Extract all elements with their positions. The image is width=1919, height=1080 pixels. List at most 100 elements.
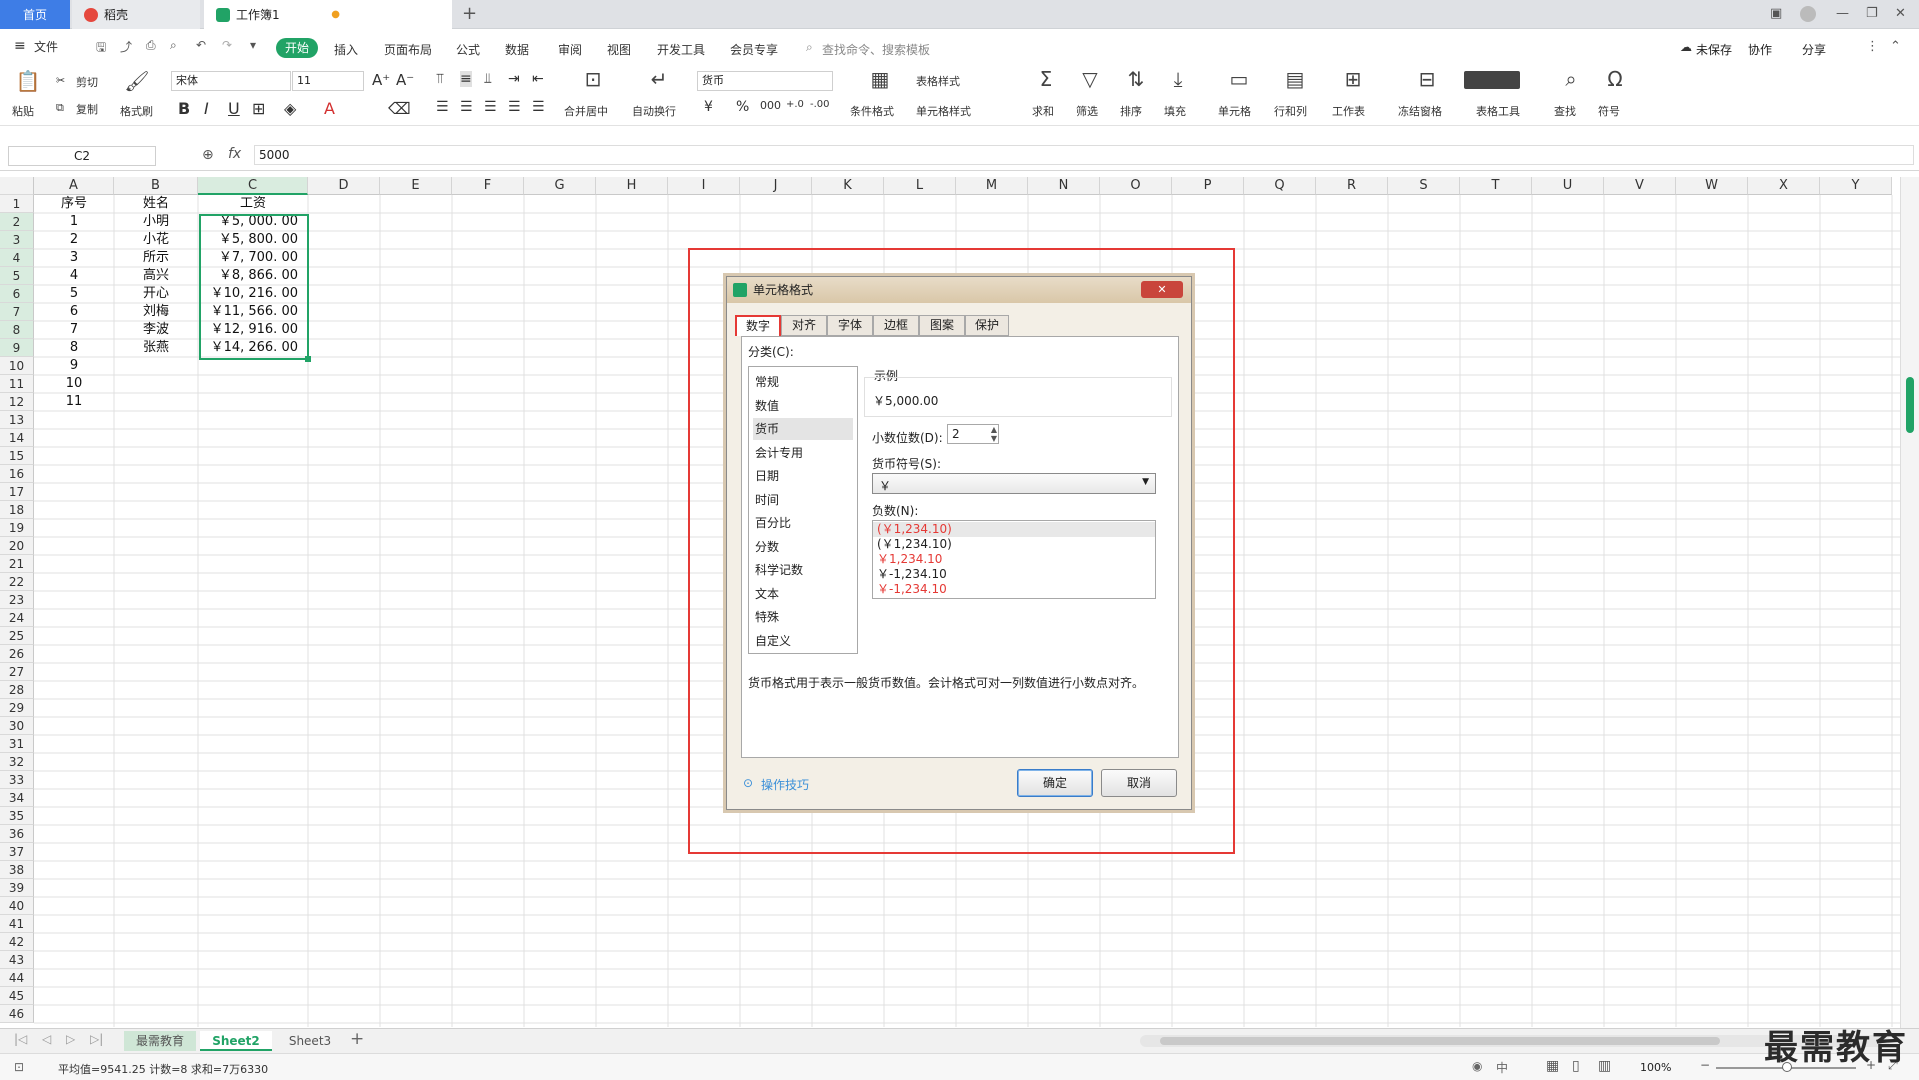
row-header[interactable]: 40 xyxy=(0,897,34,915)
column-header[interactable]: Q xyxy=(1244,177,1316,195)
row-header[interactable]: 1 xyxy=(0,195,34,213)
cell-index[interactable]: 5 xyxy=(34,285,114,303)
column-header[interactable]: O xyxy=(1100,177,1172,195)
category-item[interactable]: 数值 xyxy=(753,395,853,417)
cond-format-button[interactable]: 条件格式 xyxy=(850,103,894,119)
cell-name[interactable]: 张燕 xyxy=(114,339,198,357)
page-layout-icon[interactable]: ▯ xyxy=(1572,1058,1580,1074)
next-sheet-icon[interactable]: ▷ xyxy=(66,1032,75,1046)
negative-option[interactable]: ￥1,234.10 xyxy=(873,552,1155,567)
cell-name[interactable] xyxy=(114,393,198,411)
category-item[interactable]: 百分比 xyxy=(753,512,853,534)
column-header[interactable]: M xyxy=(956,177,1028,195)
tab-home[interactable]: 首页 xyxy=(0,0,70,29)
row-header[interactable]: 30 xyxy=(0,717,34,735)
add-sheet-icon[interactable]: + xyxy=(350,1029,364,1049)
row-header[interactable]: 17 xyxy=(0,483,34,501)
stepper-arrows-icon[interactable]: ▲ ▼ xyxy=(991,425,997,443)
minimize-icon[interactable]: — xyxy=(1836,6,1849,21)
negative-list[interactable]: (￥1,234.10) (￥1,234.10) ￥1,234.10 ￥-1,234.1… xyxy=(872,520,1156,599)
category-item[interactable]: 常规 xyxy=(753,371,853,393)
row-header[interactable]: 27 xyxy=(0,663,34,681)
column-header[interactable]: F xyxy=(452,177,524,195)
format-painter-button[interactable]: 格式刷 xyxy=(120,103,153,119)
name-box[interactable]: C2 xyxy=(8,146,156,166)
avatar[interactable] xyxy=(1800,6,1816,22)
zoom-level[interactable]: 100% xyxy=(1640,1061,1671,1074)
category-item[interactable]: 时间 xyxy=(753,489,853,511)
row-header[interactable]: 6 xyxy=(0,285,34,303)
row-header[interactable]: 38 xyxy=(0,861,34,879)
dialog-tab[interactable]: 保护 xyxy=(965,315,1009,336)
cell-name[interactable]: 所示 xyxy=(114,249,198,267)
paste-button[interactable]: 粘贴 xyxy=(12,103,34,119)
row-header[interactable]: 25 xyxy=(0,627,34,645)
negative-option[interactable]: (￥1,234.10) xyxy=(873,537,1155,552)
zoom-formula-icon[interactable]: ⊕ xyxy=(202,147,214,163)
row-header[interactable]: 29 xyxy=(0,699,34,717)
sheet-tab-2[interactable]: Sheet2 xyxy=(200,1031,272,1051)
cell-salary[interactable] xyxy=(198,393,308,411)
row-header[interactable]: 13 xyxy=(0,411,34,429)
eye-icon[interactable]: ◉ xyxy=(1472,1059,1482,1073)
preview-icon[interactable]: ⌕ xyxy=(170,38,177,53)
sum-button[interactable]: 求和 xyxy=(1032,103,1054,119)
row-header[interactable]: 16 xyxy=(0,465,34,483)
category-item[interactable]: 日期 xyxy=(753,465,853,487)
sheet-tab-3[interactable]: Sheet3 xyxy=(276,1031,344,1051)
header-cell[interactable]: 姓名 xyxy=(114,195,198,213)
cell-index[interactable]: 6 xyxy=(34,303,114,321)
column-header[interactable]: P xyxy=(1172,177,1244,195)
column-header[interactable]: Y xyxy=(1820,177,1892,195)
cell-index[interactable]: 10 xyxy=(34,375,114,393)
italic-icon[interactable]: I xyxy=(204,99,209,118)
page-break-icon[interactable]: ▥ xyxy=(1598,1058,1611,1074)
justify-icon[interactable]: ☰ xyxy=(508,99,521,115)
redo-icon[interactable]: ↷ xyxy=(222,38,232,52)
row-header[interactable]: 34 xyxy=(0,789,34,807)
indent-icon[interactable]: ⇥ xyxy=(508,71,520,87)
menu-item[interactable]: 公式 xyxy=(456,41,480,58)
cell-name[interactable]: 开心 xyxy=(114,285,198,303)
symbol-button[interactable]: 符号 xyxy=(1598,103,1620,119)
column-header[interactable]: A xyxy=(34,177,114,195)
sort-button[interactable]: 排序 xyxy=(1120,103,1142,119)
menu-item[interactable]: 页面布局 xyxy=(384,41,432,58)
share-button[interactable]: 分享 xyxy=(1802,41,1826,58)
column-header[interactable]: K xyxy=(812,177,884,195)
new-tab-icon[interactable]: + xyxy=(462,3,477,24)
row-header[interactable]: 35 xyxy=(0,807,34,825)
table-style-button[interactable]: 表格样式 xyxy=(916,73,960,89)
copy-button[interactable]: 复制 xyxy=(76,101,98,117)
row-header[interactable]: 5 xyxy=(0,267,34,285)
ok-button[interactable]: 确定 xyxy=(1017,769,1093,797)
more-chevron-icon[interactable]: ▾ xyxy=(250,38,256,52)
outdent-icon[interactable]: ⇤ xyxy=(532,71,544,87)
menu-item[interactable]: 审阅 xyxy=(558,41,582,58)
unsaved-status[interactable]: 未保存 xyxy=(1696,41,1732,58)
header-cell[interactable]: 工资 xyxy=(198,195,308,213)
cell-index[interactable]: 1 xyxy=(34,213,114,231)
category-item[interactable]: 科学记数 xyxy=(753,559,853,581)
column-header[interactable]: D xyxy=(308,177,380,195)
column-header[interactable]: C xyxy=(198,177,308,195)
prev-sheet-icon[interactable]: ◁ xyxy=(42,1032,51,1046)
row-header[interactable]: 2 xyxy=(0,213,34,231)
negative-option[interactable]: ￥-1,234.10 xyxy=(873,567,1155,582)
scroll-thumb[interactable] xyxy=(1906,377,1914,433)
close-icon[interactable]: ✕ xyxy=(1895,6,1906,21)
save-icon[interactable]: 🖫 xyxy=(96,38,106,59)
print-icon[interactable]: ⎙ xyxy=(146,38,156,53)
row-header[interactable]: 44 xyxy=(0,969,34,987)
menu-item[interactable]: 视图 xyxy=(607,41,631,58)
menu-item[interactable]: 插入 xyxy=(334,41,358,58)
row-header[interactable]: 18 xyxy=(0,501,34,519)
negative-option[interactable]: ￥-1,234.10 xyxy=(873,582,1155,597)
row-header[interactable]: 20 xyxy=(0,537,34,555)
command-search[interactable]: 查找命令、搜索模板 xyxy=(822,41,930,58)
column-header[interactable]: H xyxy=(596,177,668,195)
sheet-tab-1[interactable]: 最需教育 xyxy=(124,1031,196,1051)
column-header[interactable]: G xyxy=(524,177,596,195)
cell-index[interactable]: 2 xyxy=(34,231,114,249)
dialog-tab[interactable]: 字体 xyxy=(827,315,873,336)
